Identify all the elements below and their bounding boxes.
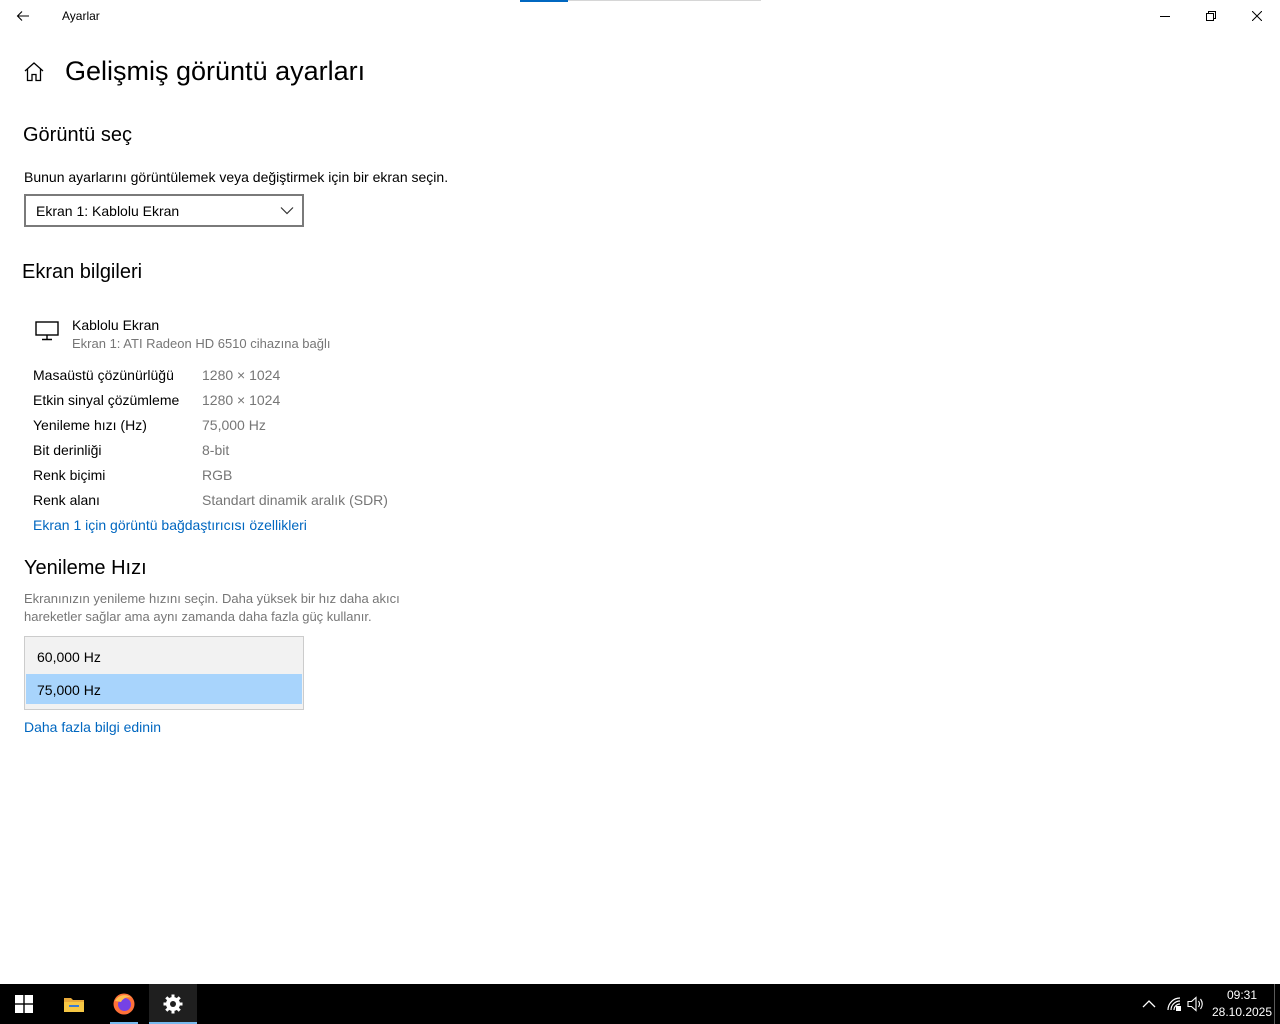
refresh-rate-listbox: 60,000 Hz 75,000 Hz	[24, 636, 304, 710]
monitor-icon	[35, 321, 59, 341]
restore-button[interactable]	[1188, 0, 1234, 32]
close-button[interactable]	[1234, 0, 1280, 32]
learn-more-link[interactable]: Daha fazla bilgi edinin	[24, 719, 161, 735]
volume-icon	[1187, 996, 1203, 1012]
info-label: Renk biçimi	[33, 467, 106, 483]
select-display-heading: Görüntü seç	[23, 124, 132, 146]
minimize-icon	[1160, 16, 1170, 17]
clock-date[interactable]: 28.10.2025	[1210, 1005, 1274, 1019]
close-icon	[1252, 11, 1262, 21]
back-button[interactable]	[0, 0, 46, 32]
info-value: 75,000 Hz	[202, 417, 266, 433]
home-icon[interactable]	[22, 60, 46, 84]
taskbar-settings[interactable]	[149, 984, 197, 1024]
refresh-rate-description-1: Ekranınızın yenileme hızını seçin. Daha …	[24, 591, 400, 606]
monitor-name: Kablolu Ekran	[72, 317, 160, 333]
chevron-up-icon	[1142, 1000, 1156, 1008]
display-select-value: Ekran 1: Kablolu Ekran	[36, 203, 180, 219]
info-label: Etkin sinyal çözümleme	[33, 392, 180, 408]
back-arrow-icon	[16, 11, 29, 21]
info-label: Yenileme hızı (Hz)	[33, 417, 147, 433]
show-hidden-icons-button[interactable]	[1139, 994, 1159, 1014]
taskbar-firefox[interactable]	[100, 984, 148, 1024]
info-value: Standart dinamik aralık (SDR)	[202, 492, 388, 508]
page-title: Gelişmiş görüntü ayarları	[65, 56, 366, 86]
monitor-connection: Ekran 1: ATI Radeon HD 6510 cihazına bağ…	[72, 336, 331, 351]
display-select-dropdown[interactable]: Ekran 1: Kablolu Ekran	[24, 194, 304, 227]
title-bar: Ayarlar	[0, 0, 1280, 32]
refresh-rate-heading: Yenileme Hızı	[24, 557, 147, 579]
info-label: Masaüstü çözünürlüğü	[33, 367, 174, 383]
settings-icon	[163, 994, 183, 1014]
clock-time[interactable]: 09:31	[1214, 988, 1270, 1002]
taskbar	[0, 984, 1280, 1024]
info-value: 1280 × 1024	[202, 367, 281, 383]
refresh-rate-description-2: hareketler sağlar ama aynı zamanda daha …	[24, 609, 372, 624]
adapter-properties-link[interactable]: Ekran 1 için görüntü bağdaştırıcısı özel…	[33, 517, 307, 533]
info-value: 8-bit	[202, 442, 230, 458]
app-title: Ayarlar	[62, 9, 100, 23]
refresh-rate-option-label: 75,000 Hz	[37, 682, 101, 698]
refresh-rate-option-label: 60,000 Hz	[37, 649, 101, 665]
show-desktop-button[interactable]	[1274, 984, 1280, 1024]
info-label: Renk alanı	[33, 492, 100, 508]
loading-progress-fill	[520, 0, 568, 2]
select-display-description: Bunun ayarlarını görüntülemek veya değiş…	[24, 169, 449, 185]
restore-icon	[1206, 11, 1216, 21]
start-button[interactable]	[0, 984, 48, 1024]
info-value: RGB	[202, 467, 233, 483]
info-label: Bit derinliği	[33, 442, 102, 458]
network-tray-button[interactable]	[1164, 994, 1184, 1014]
start-icon	[15, 995, 33, 1013]
volume-tray-button[interactable]	[1186, 994, 1206, 1014]
taskbar-file-explorer[interactable]	[50, 984, 98, 1024]
file-explorer-icon	[64, 998, 84, 1012]
refresh-rate-option-60[interactable]: 60,000 Hz	[26, 641, 302, 671]
info-value: 1280 × 1024	[202, 392, 281, 408]
network-icon	[1167, 997, 1181, 1011]
chevron-down-icon	[280, 207, 294, 215]
refresh-rate-option-75[interactable]: 75,000 Hz	[26, 674, 302, 704]
display-info-heading: Ekran bilgileri	[22, 261, 143, 283]
firefox-icon	[113, 993, 135, 1015]
minimize-button[interactable]	[1142, 0, 1188, 32]
